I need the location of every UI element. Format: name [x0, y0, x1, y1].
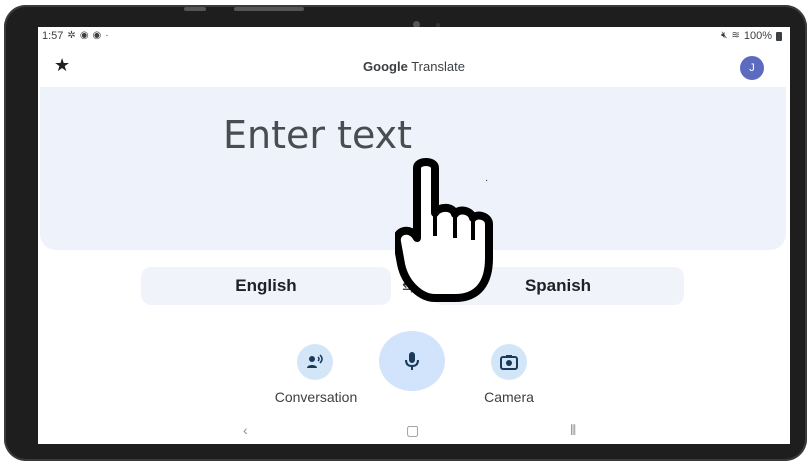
camera-button[interactable] [491, 344, 527, 380]
volume-button [184, 7, 206, 11]
battery-icon [776, 31, 782, 41]
home-nav-icon[interactable]: ▢ [406, 422, 419, 439]
app-title: Google Translate [38, 59, 790, 74]
text-input-placeholder[interactable]: Enter text [223, 113, 412, 157]
conversation-label[interactable]: Conversation [266, 389, 366, 405]
status-right: 🔇︎ ≋ 100% [721, 30, 782, 42]
avatar[interactable]: J [740, 56, 764, 80]
notification-icon-2: ◉ [92, 30, 102, 41]
target-language-label: Spanish [524, 276, 592, 295]
mic-button[interactable] [379, 331, 445, 391]
source-language-button[interactable]: English [141, 267, 391, 305]
mute-icon: 🔇︎ [721, 30, 728, 41]
status-left: 1:57 ✲ ◉ ◉ · [42, 30, 109, 42]
conversation-icon [307, 354, 323, 368]
back-nav-icon[interactable]: ‹ [243, 422, 248, 438]
camera-icon [500, 355, 518, 370]
camera-label[interactable]: Camera [459, 389, 559, 405]
app-title-brand: Google [363, 59, 408, 74]
notification-icon: ◉ [79, 30, 89, 41]
wifi-icon: ≋ [731, 30, 740, 41]
power-button [234, 7, 304, 11]
more-dot-icon: · [105, 30, 109, 41]
app-title-name: Translate [411, 59, 465, 74]
source-language-label: English [235, 276, 297, 295]
pointer-hand-icon [395, 158, 493, 302]
system-nav-bar: ‹ ▢ ⦀ [38, 422, 790, 444]
recents-nav-icon[interactable]: ⦀ [570, 422, 576, 439]
conversation-button[interactable] [297, 344, 333, 380]
status-time: 1:57 [42, 30, 64, 42]
mic-icon [405, 352, 419, 370]
status-bar: 1:57 ✲ ◉ ◉ · 🔇︎ ≋ 100% [38, 27, 790, 45]
battery-level: 100% [743, 30, 772, 42]
settings-icon: ✲ [67, 30, 76, 41]
